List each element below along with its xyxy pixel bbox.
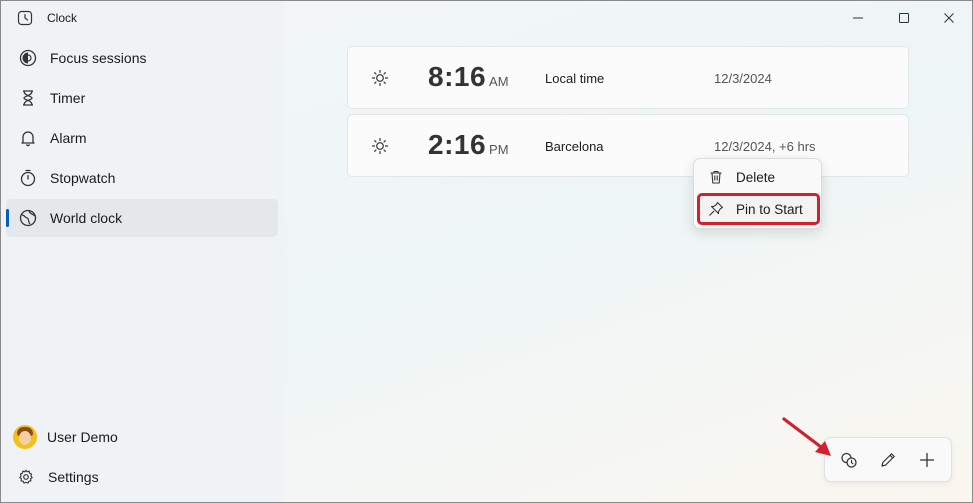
sidebar-nav: Focus sessions Timer Alarm Stopwatch Wor… (6, 39, 278, 239)
sidebar-item-alarm[interactable]: Alarm (6, 119, 278, 157)
time-value: 2:16 (428, 129, 487, 160)
add-button[interactable] (915, 448, 939, 472)
sidebar: Clock Focus sessions Timer Alarm Stopwat… (1, 1, 284, 502)
bell-icon (18, 128, 38, 148)
globe-icon (18, 208, 38, 228)
clock-window: Clock Focus sessions Timer Alarm Stopwat… (0, 0, 973, 503)
settings-label: Settings (48, 469, 99, 485)
sidebar-item-label: Focus sessions (50, 50, 147, 66)
context-menu: Delete Pin to Start (693, 158, 822, 229)
clock-place: Local time (545, 71, 605, 86)
clock-card-local[interactable]: 8:16 AM Local time 12/3/2024 (347, 46, 909, 109)
sun-icon (371, 137, 389, 155)
user-account[interactable]: User Demo (13, 425, 118, 449)
clock-time: 8:16 AM (428, 61, 509, 93)
gear-icon (19, 469, 33, 484)
time-value: 8:16 (428, 61, 487, 92)
annotation-arrow (782, 417, 831, 456)
app-title: Clock (47, 11, 78, 25)
sidebar-item-focus-sessions[interactable]: Focus sessions (6, 39, 278, 77)
pin-icon (709, 201, 724, 216)
sun-icon (371, 69, 389, 87)
maximize-icon (899, 13, 909, 23)
clock-place: Barcelona (545, 139, 604, 154)
minimize-button[interactable] (847, 7, 869, 29)
sidebar-item-label: Alarm (50, 130, 87, 146)
add-icon (919, 452, 935, 468)
settings-button[interactable]: Settings (18, 469, 99, 485)
app-title-bar: Clock (17, 10, 77, 26)
clock-date: 12/3/2024, +6 hrs (714, 139, 816, 154)
context-menu-label: Pin to Start (736, 201, 803, 217)
context-menu-delete[interactable]: Delete (698, 162, 819, 192)
clock-app-icon (17, 10, 33, 26)
sidebar-item-stopwatch[interactable]: Stopwatch (6, 159, 278, 197)
edit-icon (881, 453, 895, 467)
sidebar-item-world-clock[interactable]: World clock (6, 199, 278, 237)
avatar (13, 425, 37, 449)
maximize-button[interactable] (893, 7, 915, 29)
user-name: User Demo (47, 429, 118, 445)
edit-button[interactable] (876, 448, 900, 472)
focus-icon (18, 48, 38, 68)
context-menu-label: Delete (736, 169, 776, 185)
compare-icon (841, 452, 857, 468)
sidebar-item-label: Timer (50, 90, 86, 106)
clock-card-barcelona[interactable]: 2:16 PM Barcelona 12/3/2024, +6 hrs (347, 114, 909, 177)
context-menu-pin-to-start[interactable]: Pin to Start (697, 193, 820, 225)
sidebar-item-timer[interactable]: Timer (6, 79, 278, 117)
main-content: 8:16 AM Local time 12/3/2024 2:16 PM Barce… (284, 1, 972, 502)
sidebar-item-label: Stopwatch (50, 170, 116, 186)
minimize-icon (853, 17, 863, 19)
compare-button[interactable] (837, 448, 861, 472)
trash-icon (710, 170, 722, 184)
time-ampm: PM (489, 142, 509, 157)
clock-time: 2:16 PM (428, 129, 509, 161)
command-bar (824, 437, 952, 482)
hourglass-icon (18, 88, 38, 108)
stopwatch-icon (18, 168, 38, 188)
close-icon (944, 13, 954, 23)
sidebar-item-label: World clock (50, 210, 123, 226)
time-ampm: AM (489, 74, 509, 89)
close-button[interactable] (938, 7, 960, 29)
clock-date: 12/3/2024 (714, 71, 772, 86)
